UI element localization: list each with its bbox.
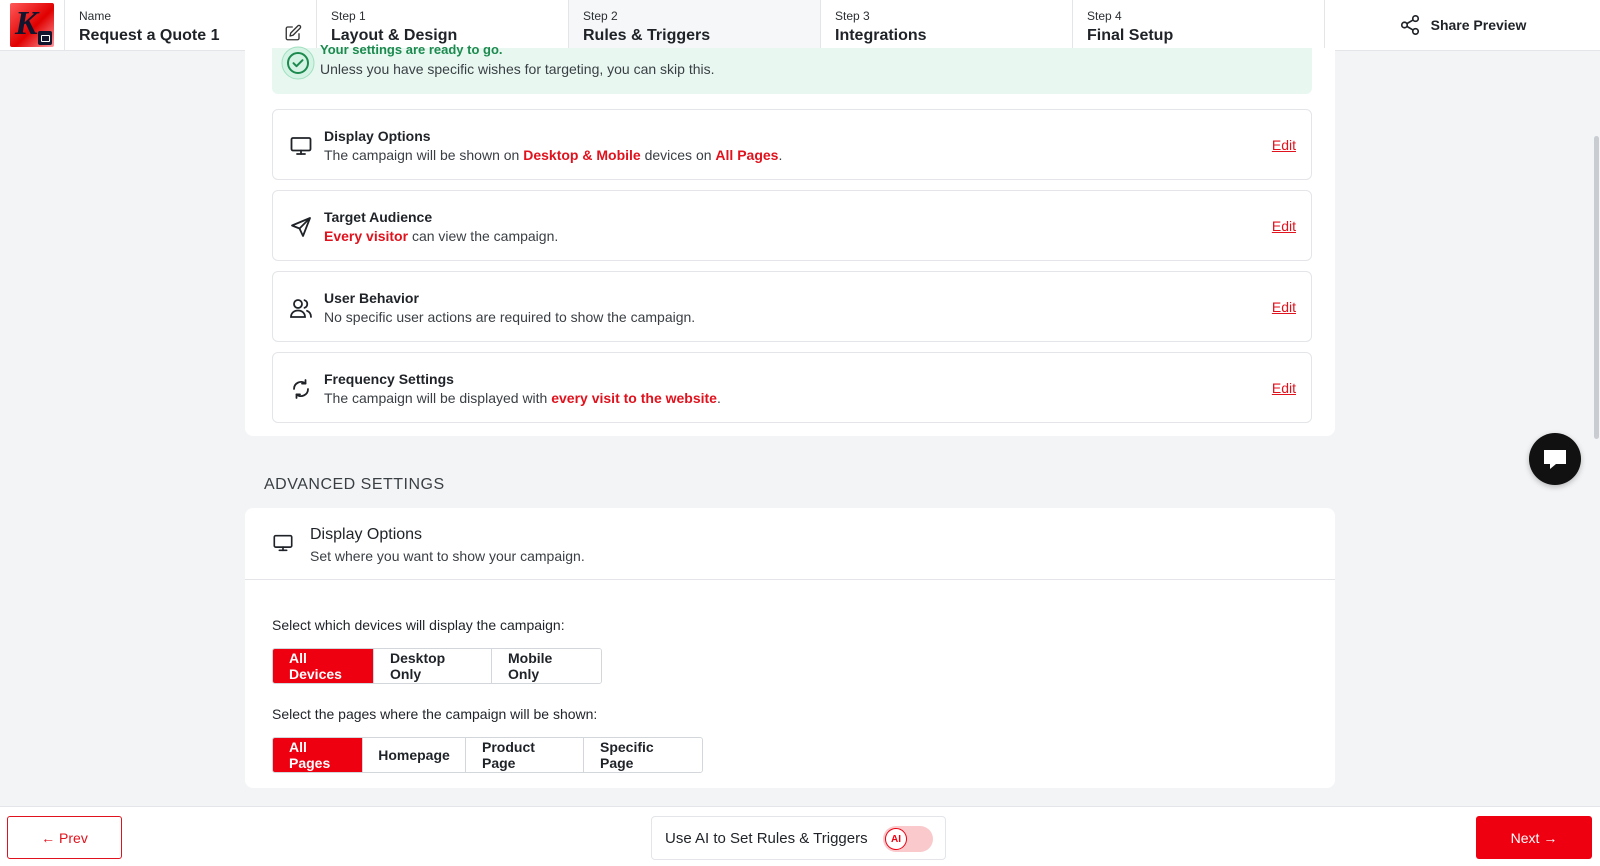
share-preview-button[interactable]: Share Preview <box>1325 0 1600 50</box>
advanced-subtitle: Set where you want to show your campaign… <box>310 548 585 564</box>
devices-segmented-control: All Devices Desktop Only Mobile Only <box>272 648 602 684</box>
row-description: The campaign will be shown on Desktop & … <box>324 147 783 163</box>
scrollbar-thumb[interactable] <box>1594 136 1599 439</box>
summary-row-frequency-settings: Frequency Settings The campaign will be … <box>272 352 1312 423</box>
prev-button[interactable]: ← Prev <box>7 816 122 859</box>
edit-link[interactable]: Edit <box>1272 218 1296 234</box>
ai-toggle-label: Use AI to Set Rules & Triggers <box>665 829 868 847</box>
tab-step-4[interactable]: Step 4 Final Setup <box>1073 0 1325 50</box>
device-option-mobile-only[interactable]: Mobile Only <box>492 649 601 683</box>
advanced-title: Display Options <box>310 526 423 543</box>
step-title: Rules & Triggers <box>583 27 711 44</box>
row-description: The campaign will be displayed with ever… <box>324 390 721 406</box>
pages-question: Select the pages where the campaign will… <box>272 706 598 722</box>
step-label: Step 4 <box>1087 9 1122 23</box>
ready-title: Your settings are ready to go. <box>320 42 503 57</box>
devices-question: Select which devices will display the ca… <box>272 617 565 633</box>
name-label: Name <box>79 9 112 23</box>
edit-link[interactable]: Edit <box>1272 380 1296 396</box>
step-label: Step 3 <box>835 9 870 23</box>
refresh-icon <box>293 379 309 399</box>
row-title: Display Options <box>324 128 431 144</box>
edit-link[interactable]: Edit <box>1272 137 1296 153</box>
tab-step-3[interactable]: Step 3 Integrations <box>821 0 1073 50</box>
ai-toggle[interactable]: AI <box>883 826 933 852</box>
advanced-card-header: Display Options Set where you want to sh… <box>245 508 1335 580</box>
edit-icon[interactable] <box>284 24 302 42</box>
brand-logo[interactable]: K <box>10 3 54 47</box>
row-description: Every visitor can view the campaign. <box>324 228 559 244</box>
monitor-icon <box>273 534 293 552</box>
row-title: Frequency Settings <box>324 371 454 387</box>
users-icon <box>290 299 312 318</box>
step-title: Final Setup <box>1087 27 1174 44</box>
monitor-icon <box>290 137 312 155</box>
summary-row-target-audience: Target Audience Every visitor can view t… <box>272 190 1312 261</box>
send-icon <box>291 217 311 237</box>
step-label: Step 1 <box>331 9 366 23</box>
chat-icon <box>1544 450 1566 469</box>
advanced-settings-heading: ADVANCED SETTINGS <box>264 476 445 493</box>
page-option-specific-page[interactable]: Specific Page <box>584 738 702 772</box>
step-label: Step 2 <box>583 9 618 23</box>
share-icon <box>1400 15 1419 35</box>
device-option-all-devices[interactable]: All Devices <box>273 649 374 683</box>
pages-segmented-control: All Pages Homepage Product Page Specific… <box>272 737 703 773</box>
chat-button[interactable] <box>1529 433 1581 485</box>
row-title: User Behavior <box>324 290 419 306</box>
edit-link[interactable]: Edit <box>1272 299 1296 315</box>
tab-step-2[interactable]: Step 2 Rules & Triggers <box>569 0 821 50</box>
ready-banner: Your settings are ready to go. Unless yo… <box>272 42 1312 94</box>
page-option-homepage[interactable]: Homepage <box>363 738 466 772</box>
ai-toggle-container: Use AI to Set Rules & Triggers AI <box>651 816 946 860</box>
step-title: Integrations <box>835 27 927 44</box>
top-bar: K Name Request a Quote 1 Step 1 Layout &… <box>0 0 1600 51</box>
bottom-bar: ← Prev Use AI to Set Rules & Triggers AI… <box>0 806 1600 866</box>
summary-row-display-options: Display Options The campaign will be sho… <box>272 109 1312 180</box>
name-value: Request a Quote 1 <box>79 27 220 44</box>
check-circle-icon <box>281 46 315 80</box>
row-description: No specific user actions are required to… <box>324 309 696 325</box>
row-title: Target Audience <box>324 209 433 225</box>
device-option-desktop-only[interactable]: Desktop Only <box>374 649 492 683</box>
ready-subtitle: Unless you have specific wishes for targ… <box>320 61 715 77</box>
summary-row-user-behavior: User Behavior No specific user actions a… <box>272 271 1312 342</box>
logo-cell: K <box>0 0 65 50</box>
ai-badge: AI <box>885 828 907 850</box>
next-button[interactable]: Next → <box>1476 816 1592 859</box>
page-option-product-page[interactable]: Product Page <box>466 738 584 772</box>
page-option-all-pages[interactable]: All Pages <box>273 738 363 772</box>
share-label: Share Preview <box>1430 17 1527 33</box>
campaign-name[interactable]: Name Request a Quote 1 <box>65 0 317 50</box>
